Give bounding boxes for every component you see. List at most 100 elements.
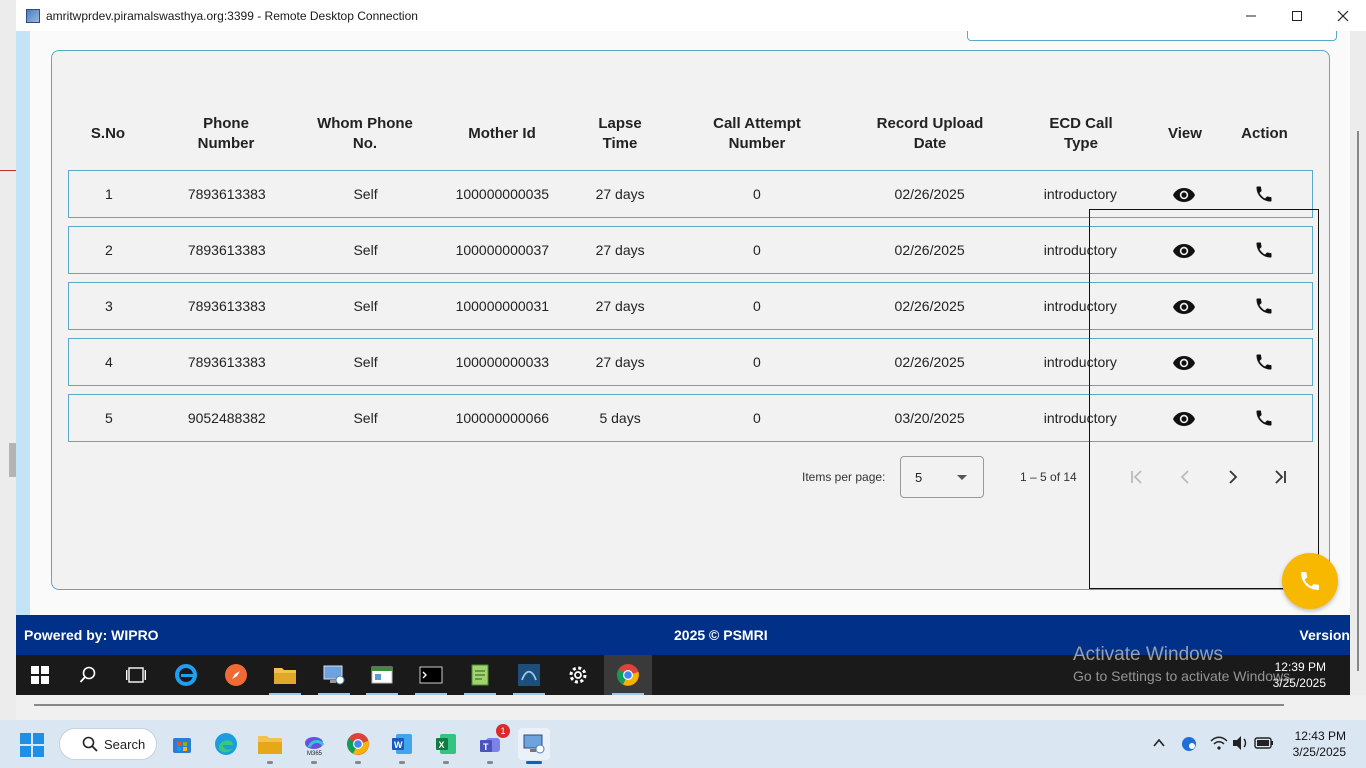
running-indicator [267, 761, 273, 764]
tray-app-button[interactable] [1180, 734, 1198, 757]
maximize-button[interactable] [1274, 0, 1320, 31]
search-icon [82, 736, 98, 752]
speaker-icon [1233, 736, 1247, 750]
show-hidden-icons-button[interactable] [1152, 736, 1166, 755]
footer-version: Version [1299, 627, 1350, 643]
background-scroll-handle [9, 443, 16, 477]
remote-search-button[interactable] [64, 655, 112, 695]
cell-sno: 2 [105, 242, 113, 258]
internet-explorer-icon [175, 664, 197, 686]
remote-desktop-icon [323, 665, 345, 685]
close-icon [1337, 10, 1349, 21]
remote-settings-button[interactable] [554, 655, 602, 695]
items-per-page-select[interactable]: 5 [900, 456, 984, 498]
cell-attempt: 0 [752, 242, 761, 258]
notepad-icon [471, 664, 489, 686]
scroll-thumb[interactable] [1357, 131, 1359, 671]
remote-file-explorer-button[interactable] [261, 655, 309, 695]
top-filter-box[interactable] [967, 31, 1337, 41]
chevron-up-icon [1153, 738, 1165, 747]
taskbar-word[interactable]: W [386, 728, 418, 764]
cell-lapse: 27 days [595, 242, 645, 258]
taskbar-m365[interactable]: M365 [298, 728, 330, 764]
taskbar-teams[interactable]: T 1 [474, 724, 510, 764]
cell-lapse: 27 days [595, 298, 645, 314]
header-record-upload-date: Record Upload Date [852, 101, 1008, 167]
battery-button[interactable] [1254, 736, 1274, 755]
page-range-label: 1 – 5 of 14 [1020, 470, 1077, 484]
cell-phone: 7893613383 [187, 186, 266, 202]
footer-copyright: 2025 © PSMRI [674, 627, 768, 643]
minimize-button[interactable] [1228, 0, 1274, 31]
windows-logo-icon [31, 666, 49, 684]
cell-sno: 5 [105, 410, 113, 426]
taskbar-file-explorer[interactable] [254, 728, 286, 764]
remote-rdp-button[interactable] [310, 655, 358, 695]
wifi-button[interactable] [1210, 735, 1228, 756]
cell-attempt: 0 [752, 186, 761, 202]
header-phone-line1: Phone [203, 115, 249, 132]
scroll-thumb[interactable] [34, 704, 1284, 706]
floating-call-button[interactable] [1282, 553, 1338, 609]
remote-chrome-button[interactable] [604, 655, 652, 695]
taskbar-remote-desktop[interactable] [518, 728, 550, 764]
header-phone-number: Phone Number [148, 101, 304, 167]
task-view-button[interactable] [112, 655, 160, 695]
remote-ie-button[interactable] [162, 655, 210, 695]
task-view-icon [126, 667, 146, 683]
cloud-sync-icon [1182, 737, 1196, 751]
background-divider [0, 170, 16, 171]
remote-window-app-button[interactable] [358, 655, 406, 695]
header-mother-id: Mother Id [468, 125, 536, 142]
view-button[interactable] [1153, 185, 1215, 202]
local-taskbar: Search M365 W X T 1 12:43 PM 3/25/2025 [0, 720, 1366, 768]
cell-upload-date: 02/26/2025 [894, 186, 965, 202]
header-lapse-line2: Time [602, 135, 638, 152]
phone-icon [1256, 186, 1272, 202]
cell-whom: Self [353, 410, 378, 426]
header-sno: S.No [90, 125, 126, 142]
start-button[interactable] [20, 733, 44, 757]
background-window-edge [0, 0, 16, 720]
volume-button[interactable] [1232, 735, 1250, 756]
header-view: View [1168, 125, 1202, 142]
wifi-icon [1210, 736, 1228, 750]
taskbar-search[interactable]: Search [59, 728, 157, 760]
cell-whom: Self [353, 242, 378, 258]
taskbar-chrome[interactable] [342, 728, 374, 764]
call-button[interactable] [1215, 184, 1312, 204]
window-app-icon [371, 666, 393, 684]
taskbar-clock[interactable]: 12:43 PM 3/25/2025 [1293, 728, 1346, 760]
taskbar-edge[interactable] [210, 728, 242, 760]
cell-upload-date: 02/26/2025 [894, 298, 965, 314]
taskbar-store[interactable] [166, 728, 198, 760]
cell-lapse: 5 days [599, 410, 641, 426]
app-left-sidebar-strip [16, 31, 30, 615]
header-whom-line2: No. [352, 135, 378, 152]
notification-badge: 1 [496, 724, 510, 738]
taskbar-clock-date: 3/25/2025 [1292, 745, 1346, 759]
remote-notepad-button[interactable] [456, 655, 504, 695]
cell-whom: Self [353, 298, 378, 314]
remote-start-button[interactable] [16, 655, 64, 695]
edge-icon [215, 733, 237, 755]
terminal-icon [419, 666, 443, 684]
word-icon: W [392, 734, 412, 754]
rdp-vertical-scrollbar[interactable] [1350, 31, 1366, 695]
rdp-horizontal-scrollbar[interactable] [16, 695, 1366, 720]
footer-powered-by: Powered by: WIPRO [24, 627, 159, 643]
folder-icon [258, 736, 282, 754]
remote-orange-app-button[interactable] [212, 655, 260, 695]
items-per-page-label: Items per page: [802, 470, 886, 484]
close-button[interactable] [1320, 0, 1366, 31]
running-indicator [399, 761, 405, 764]
running-indicator [526, 761, 542, 764]
remote-sql-button[interactable] [505, 655, 553, 695]
remote-terminal-button[interactable] [407, 655, 455, 695]
header-attempt-line1: Call Attempt [713, 115, 801, 132]
store-icon [173, 738, 191, 753]
cell-call-type: introductory [1043, 186, 1117, 202]
rdp-title-bar[interactable]: amritwprdev.piramalswasthya.org:3399 - R… [16, 0, 1366, 31]
cell-sno: 1 [105, 186, 113, 202]
taskbar-excel[interactable]: X [430, 728, 462, 764]
